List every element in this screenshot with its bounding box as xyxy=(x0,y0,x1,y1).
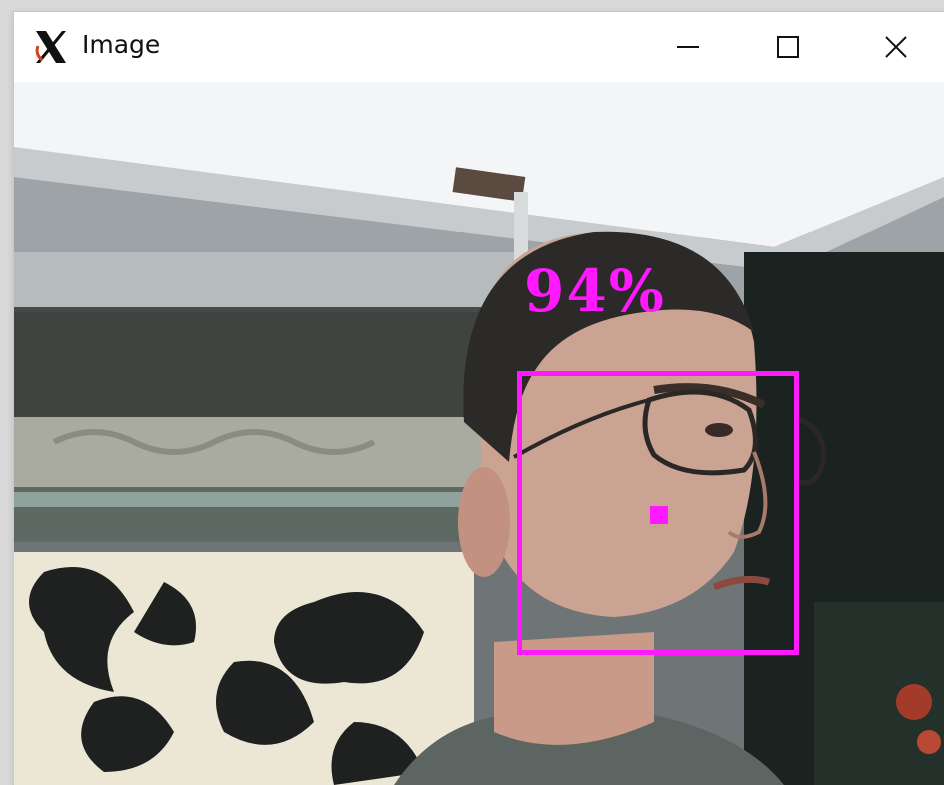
maximize-icon xyxy=(777,36,799,58)
close-button[interactable] xyxy=(848,12,944,82)
title-bar[interactable]: Image xyxy=(14,12,944,82)
minimize-icon xyxy=(677,46,699,48)
close-icon xyxy=(885,36,907,58)
window-title: Image xyxy=(82,30,161,59)
confidence-label: 94% xyxy=(524,257,666,325)
camera-image: 94% xyxy=(14,82,944,785)
minimize-button[interactable] xyxy=(640,12,736,82)
camera-scene xyxy=(14,82,944,785)
face-center-marker xyxy=(650,506,668,524)
image-window: Image 94% xyxy=(14,12,944,785)
x11-app-icon xyxy=(35,31,66,63)
maximize-button[interactable] xyxy=(740,12,836,82)
